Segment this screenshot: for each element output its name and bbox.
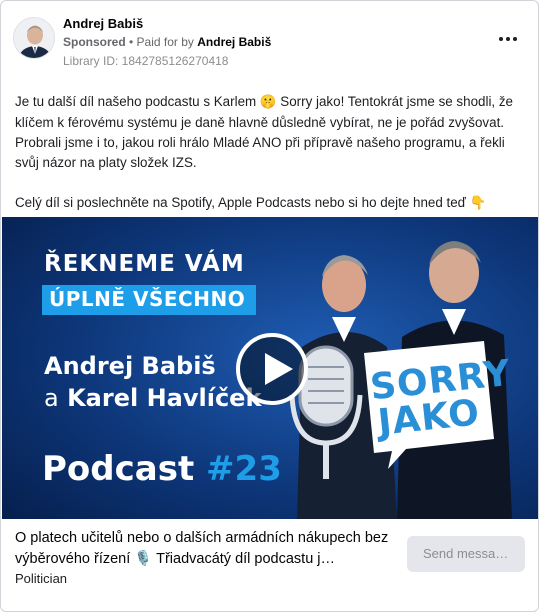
banner-host-2: a Karel Havlíček [44,384,262,412]
banner-headline-2: ÚPLNĚ VŠECHNO [49,287,246,311]
paid-for-name[interactable]: Andrej Babiš [197,35,271,49]
ad-card: Andrej Babiš Sponsored • Paid for by And… [0,0,539,612]
post-body: Je tu další díl našeho podcastu s Karlem… [15,92,521,214]
send-message-button[interactable]: Send messa… [407,536,525,572]
sponsored-label: Sponsored [63,35,126,49]
post-paragraph-1: Je tu další díl našeho podcastu s Karlem… [15,94,513,170]
sponsored-line: Sponsored • Paid for by Andrej Babiš [63,35,271,49]
post-paragraph-2: Celý díl si poslechněte na Spotify, Appl… [15,195,487,211]
podcast-video-thumbnail[interactable]: ŘEKNEME VÁM ÚPLNĚ VŠECHNO Andrej Babiš a… [2,217,538,519]
sorry-jako-logo: SORRY JAKO [368,352,513,444]
banner-headline-1: ŘEKNEME VÁM [44,251,245,277]
page-category: Politician [15,571,68,586]
avatar[interactable] [13,17,55,59]
shushing-face-emoji-icon: 🤫 [259,95,277,110]
play-icon[interactable] [236,333,308,405]
library-id: Library ID: 1842785126270418 [63,54,229,68]
banner-episode: Podcast #23 [42,449,282,489]
link-headline[interactable]: O platech učitelů nebo o dalších armádní… [15,528,401,570]
more-options-icon[interactable] [497,32,519,46]
pointing-down-emoji-icon: 👇 [469,196,487,211]
paid-for-prefix: • Paid for by [125,35,198,49]
banner-host-1: Andrej Babiš [44,352,216,380]
author-name[interactable]: Andrej Babiš [63,16,143,31]
avatar-portrait [14,18,54,58]
